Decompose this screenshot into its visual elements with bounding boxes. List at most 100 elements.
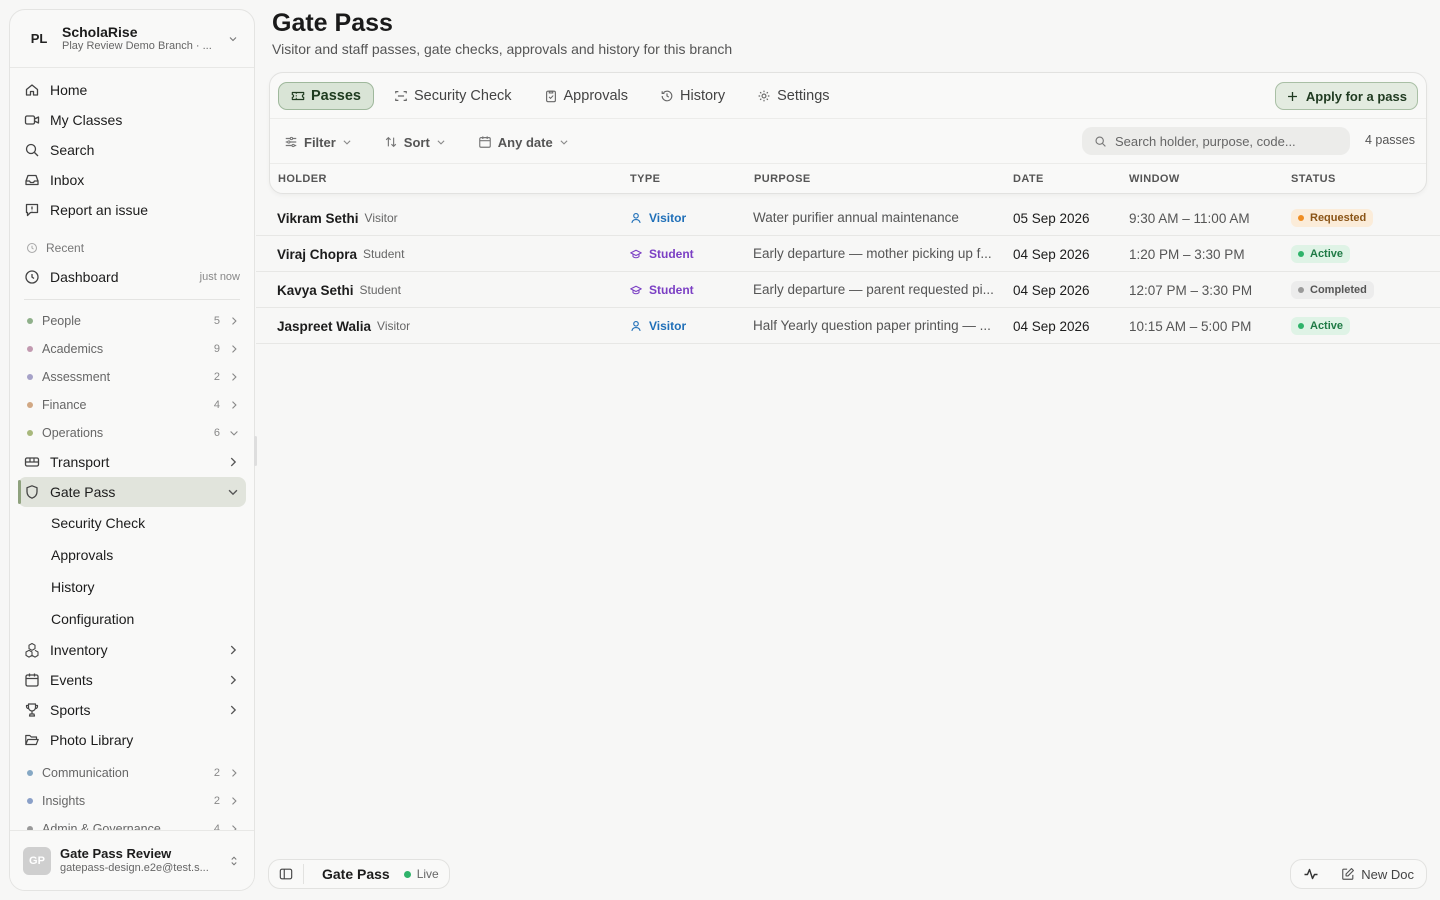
nav-events[interactable]: Events	[18, 665, 246, 695]
section-count: 2	[213, 767, 220, 779]
activity-icon[interactable]	[1303, 866, 1319, 882]
chevron-right-icon	[226, 673, 240, 687]
video-icon	[24, 112, 40, 128]
nav-sports[interactable]: Sports	[18, 695, 246, 725]
tab-label: Settings	[777, 88, 830, 104]
recent-dashboard-label: Dashboard	[50, 269, 119, 285]
nav-home[interactable]: Home	[18, 75, 246, 105]
table-row[interactable]: Jaspreet Walia Visitor Visitor Half Year…	[256, 308, 1440, 344]
user-menu[interactable]: GP Gate Pass Review gatepass-design.e2e@…	[10, 830, 254, 890]
section-communication[interactable]: Communication 2	[18, 759, 246, 787]
nav-inbox[interactable]: Inbox	[18, 165, 246, 195]
chevron-right-icon	[228, 315, 240, 327]
live-indicator: Live	[403, 867, 439, 881]
trophy-icon	[24, 702, 40, 718]
nav-sub-security-check[interactable]: Security Check	[18, 507, 246, 539]
type-badge: Student	[630, 272, 694, 308]
section-count: 6	[213, 427, 220, 439]
org-switcher[interactable]: PL ScholaRise Play Review Demo Branch · …	[10, 10, 254, 68]
purpose-text: Water purifier annual maintenance	[753, 210, 959, 225]
shield-icon	[24, 484, 40, 500]
nav-my-classes[interactable]: My Classes	[18, 105, 246, 135]
avatar: GP	[23, 846, 51, 875]
nav-transport[interactable]: Transport	[18, 447, 246, 477]
holder-name: Jaspreet Walia	[277, 318, 372, 334]
section-dot	[27, 346, 33, 352]
separator	[303, 864, 304, 884]
type-label: Visitor	[649, 319, 687, 333]
section-people[interactable]: People 5	[18, 307, 246, 335]
sidebar-divider	[24, 299, 240, 300]
tab-settings[interactable]: Settings	[745, 82, 841, 110]
type-badge: Visitor	[630, 200, 686, 236]
table-row[interactable]: Kavya Sethi Student Student Early depart…	[256, 272, 1440, 308]
status-label: Completed	[1310, 284, 1367, 296]
nav-inventory[interactable]: Inventory	[18, 635, 246, 665]
table-row[interactable]: Viraj Chopra Student Student Early depar…	[256, 236, 1440, 272]
bottom-actions-bar: New Doc	[1290, 859, 1427, 889]
inbox-icon	[24, 172, 40, 188]
status-badge: Active	[1291, 245, 1351, 263]
section-finance[interactable]: Finance 4	[18, 391, 246, 419]
sort-arrows-icon	[384, 135, 398, 149]
nav-search[interactable]: Search	[18, 135, 246, 165]
column-header-holder[interactable]: HOLDER	[278, 173, 327, 185]
toolbar-divider	[270, 118, 1426, 119]
type-badge: Student	[630, 236, 694, 272]
new-doc-button[interactable]: New Doc	[1341, 867, 1414, 882]
chevron-right-icon	[228, 343, 240, 355]
org-avatar: PL	[30, 31, 48, 46]
nav-report-issue[interactable]: Report an issue	[18, 195, 246, 225]
holder-kind: Visitor	[377, 319, 411, 333]
status-label: Active	[1310, 320, 1344, 332]
status-badge: Completed	[1291, 281, 1374, 299]
tab-passes[interactable]: Passes	[278, 82, 374, 110]
main-content: Gate Pass Visitor and staff passes, gate…	[256, 0, 1440, 900]
nav-photo-library-label: Photo Library	[50, 732, 134, 748]
column-header-date[interactable]: DATE	[1013, 173, 1044, 185]
date-text: 04 Sep 2026	[1013, 282, 1090, 298]
ticket-icon	[291, 89, 305, 103]
column-header-purpose[interactable]: PURPOSE	[754, 173, 811, 185]
tab-security-check[interactable]: Security Check	[382, 82, 524, 110]
clock-icon	[24, 269, 40, 285]
sort-dropdown[interactable]: Sort	[384, 130, 446, 154]
recent-dashboard[interactable]: Dashboard just now	[18, 262, 246, 292]
holder-name: Kavya Sethi	[277, 282, 354, 298]
column-header-type[interactable]: TYPE	[630, 173, 660, 185]
nav-sub-configuration[interactable]: Configuration	[18, 603, 246, 635]
sort-label: Sort	[403, 134, 430, 150]
table-row[interactable]: Vikram Sethi Visitor Visitor Water purif…	[256, 200, 1440, 236]
nav-gate-pass[interactable]: Gate Pass	[18, 477, 246, 507]
section-operations[interactable]: Operations 6	[18, 419, 246, 447]
nav-gate-pass-label: Gate Pass	[50, 484, 116, 500]
section-insights[interactable]: Insights 2	[18, 787, 246, 815]
folder-open-icon	[24, 732, 40, 748]
section-academics[interactable]: Academics 9	[18, 335, 246, 363]
holder-kind: Visitor	[364, 211, 398, 225]
nav-photo-library[interactable]: Photo Library	[18, 725, 246, 755]
clipboard-check-icon	[544, 89, 558, 103]
sidebar-toggle-icon[interactable]	[279, 867, 293, 881]
section-label: Academics	[42, 342, 104, 356]
date-dropdown[interactable]: Any date	[478, 130, 569, 154]
section-label: Insights	[42, 794, 86, 808]
user-icon	[630, 320, 642, 332]
filter-dropdown[interactable]: Filter	[284, 130, 352, 154]
page-subtitle: Visitor and staff passes, gate checks, a…	[272, 41, 733, 57]
type-label: Student	[649, 283, 694, 297]
nav-sub-history[interactable]: History	[18, 571, 246, 603]
tab-approvals[interactable]: Approvals	[532, 82, 640, 110]
org-name: ScholaRise	[62, 24, 138, 40]
filter-bar: Filter Sort Any date	[284, 130, 601, 154]
section-assessment[interactable]: Assessment 2	[18, 363, 246, 391]
filter-label: Filter	[304, 134, 336, 150]
nav-sub-approvals[interactable]: Approvals	[18, 539, 246, 571]
column-header-status[interactable]: STATUS	[1291, 173, 1336, 185]
search-input[interactable]	[1115, 133, 1335, 149]
nav-inbox-label: Inbox	[50, 172, 85, 188]
apply-pass-button[interactable]: Apply for a pass	[1274, 82, 1418, 110]
org-branch: Play Review Demo Branch · ...	[62, 40, 212, 52]
column-header-window[interactable]: WINDOW	[1129, 173, 1180, 185]
tab-history[interactable]: History	[648, 82, 737, 110]
